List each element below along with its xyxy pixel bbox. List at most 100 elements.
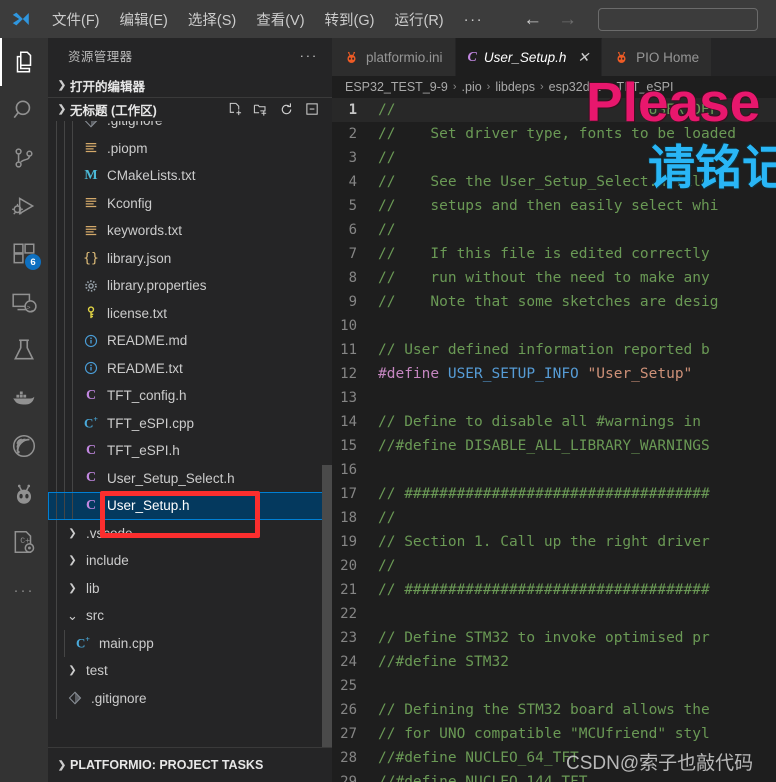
tree-item[interactable]: .gitignore xyxy=(48,684,332,712)
code-token: // Section 1. Call up the right driver xyxy=(378,534,710,550)
code-line[interactable]: 25 xyxy=(332,674,776,698)
tree-item[interactable]: ⌄ src xyxy=(48,602,332,630)
tree-item[interactable]: C User_Setup_Select.h xyxy=(48,464,332,492)
arduino-wifi-icon[interactable] xyxy=(0,422,48,470)
tree-item[interactable]: .gitignore xyxy=(48,121,332,135)
testing-flask-icon[interactable] xyxy=(0,326,48,374)
tree-item[interactable]: ❯ include xyxy=(48,547,332,575)
section-open-editors[interactable]: ❯ 打开的编辑器 xyxy=(48,73,332,97)
menu-go[interactable]: 转到(G) xyxy=(316,6,384,33)
new-folder-icon[interactable] xyxy=(253,102,268,117)
platformio-ant-icon[interactable] xyxy=(0,470,48,518)
line-number: 3 xyxy=(348,150,357,166)
editor-tab[interactable]: platformio.ini xyxy=(332,38,456,76)
menu-view[interactable]: 查看(V) xyxy=(247,6,313,33)
tree-item[interactable]: README.md xyxy=(48,327,332,355)
docker-whale-icon[interactable] xyxy=(0,374,48,422)
cpp-config-icon[interactable]: C+ xyxy=(0,518,48,566)
code-line[interactable]: 1 // USER DEF xyxy=(332,98,776,122)
svg-text:>_: >_ xyxy=(27,305,35,312)
refresh-icon[interactable] xyxy=(279,102,294,117)
menu-overflow-button[interactable]: ··· xyxy=(454,9,494,30)
code-editor[interactable]: 1 // USER DEF 2 // Set driver type, fonts t… xyxy=(332,98,776,782)
code-line[interactable]: 12 #define USER_SETUP_INFO "User_Setup" xyxy=(332,362,776,386)
code-line[interactable]: 27 // for UNO compatible "MCUfriend" styl xyxy=(332,722,776,746)
tree-item[interactable]: C+ TFT_eSPI.cpp xyxy=(48,409,332,437)
code-line[interactable]: 2 // Set driver type, fonts to be loaded xyxy=(332,122,776,146)
code-line[interactable]: 9 // Note that some sketches are desig xyxy=(332,290,776,314)
code-line[interactable]: 14 // Define to disable all #warnings in xyxy=(332,410,776,434)
code-line[interactable]: 26 // Defining the STM32 board allows the xyxy=(332,698,776,722)
code-line[interactable]: 29 //#define NUCLEO_144_TFT xyxy=(332,770,776,782)
code-line[interactable]: 7 // If this file is edited correctly xyxy=(332,242,776,266)
tree-item[interactable]: C+ main.cpp xyxy=(48,629,332,657)
menu-file[interactable]: 文件(F) xyxy=(43,6,109,33)
breadcrumb-segment[interactable]: libdeps xyxy=(495,80,535,94)
code-line[interactable]: 13 xyxy=(332,386,776,410)
code-line[interactable]: 23 // Define STM32 to invoke optimised pr xyxy=(332,626,776,650)
code-token: USER DEF xyxy=(395,102,719,118)
tree-item[interactable]: M CMakeLists.txt xyxy=(48,162,332,190)
code-line[interactable]: 3 // xyxy=(332,146,776,170)
collapse-all-icon[interactable] xyxy=(305,102,320,117)
back-arrow-icon[interactable]: ← xyxy=(523,10,542,29)
line-number: 26 xyxy=(340,702,357,718)
extensions-icon[interactable]: 6 xyxy=(0,230,48,278)
quick-search-input[interactable] xyxy=(598,7,759,31)
close-icon[interactable]: ✕ xyxy=(577,49,589,66)
code-line[interactable]: 6 // xyxy=(332,218,776,242)
code-line[interactable]: 18 // xyxy=(332,506,776,530)
sidebar-scrollbar[interactable] xyxy=(322,465,332,747)
code-line[interactable]: 11 // User defined information reported b xyxy=(332,338,776,362)
code-line[interactable]: 5 // setups and then easily select whi xyxy=(332,194,776,218)
tree-item[interactable]: {} library.json xyxy=(48,244,332,272)
explorer-files-icon[interactable] xyxy=(0,38,48,86)
editor-tab[interactable]: PIO Home xyxy=(602,38,713,76)
indent-guide xyxy=(64,217,72,245)
code-line[interactable]: 24 //#define STM32 xyxy=(332,650,776,674)
search-icon[interactable] xyxy=(0,86,48,134)
remote-explorer-icon[interactable]: >_ xyxy=(0,278,48,326)
tree-item[interactable]: ❯ .vscode xyxy=(48,519,332,547)
code-line[interactable]: 21 // ################################### xyxy=(332,578,776,602)
source-control-icon[interactable] xyxy=(0,134,48,182)
code-line[interactable]: 8 // run without the need to make any xyxy=(332,266,776,290)
tree-item[interactable]: ❯ test xyxy=(48,657,332,685)
tree-item[interactable]: C TFT_config.h xyxy=(48,382,332,410)
breadcrumb-segment[interactable]: .pio xyxy=(462,80,482,94)
code-line[interactable]: 10 xyxy=(332,314,776,338)
new-file-icon[interactable] xyxy=(227,102,242,117)
tree-item[interactable]: keywords.txt xyxy=(48,217,332,245)
code-line[interactable]: 16 xyxy=(332,458,776,482)
breadcrumb-segment[interactable]: ESP32_TEST_9-9 xyxy=(345,80,448,94)
tree-item[interactable]: platformio.ini xyxy=(48,712,332,719)
code-line[interactable]: 28 //#define NUCLEO_64_TFT xyxy=(332,746,776,770)
code-line[interactable]: 4 // See the User_Setup_Select.h file xyxy=(332,170,776,194)
editor-tab[interactable]: C User_Setup.h ✕ xyxy=(455,38,603,76)
section-workspace[interactable]: ❯ 无标题 (工作区) xyxy=(48,97,332,121)
tree-item[interactable]: license.txt xyxy=(48,299,332,327)
code-line[interactable]: 22 xyxy=(332,602,776,626)
tree-item-selected[interactable]: C User_Setup.h xyxy=(48,492,332,520)
platformio-project-tasks-section[interactable]: ❯ PLATFORMIO: PROJECT TASKS xyxy=(48,747,332,782)
tree-item[interactable]: ❯ lib xyxy=(48,574,332,602)
forward-arrow-icon[interactable]: → xyxy=(558,10,577,29)
tree-item[interactable]: library.properties xyxy=(48,272,332,300)
tree-item[interactable]: C TFT_eSPI.h xyxy=(48,437,332,465)
code-line[interactable]: 19 // Section 1. Call up the right driver xyxy=(332,530,776,554)
activity-bar-more-button[interactable]: ··· xyxy=(0,566,48,614)
menu-run[interactable]: 运行(R) xyxy=(385,6,452,33)
breadcrumb-segment[interactable]: TFT_eSPI xyxy=(617,80,674,94)
code-line[interactable]: 17 // ################################### xyxy=(332,482,776,506)
code-line[interactable]: 20 // xyxy=(332,554,776,578)
menu-selection[interactable]: 选择(S) xyxy=(179,6,245,33)
tree-item[interactable]: Kconfig xyxy=(48,189,332,217)
code-line[interactable]: 15 //#define DISABLE_ALL_LIBRARY_WARNINGS xyxy=(332,434,776,458)
menu-edit[interactable]: 编辑(E) xyxy=(111,6,177,33)
explorer-more-button[interactable]: ··· xyxy=(300,48,318,63)
tree-item[interactable]: README.txt xyxy=(48,354,332,382)
tree-item[interactable]: .piopm xyxy=(48,134,332,162)
breadcrumb-segment[interactable]: esp32dev xyxy=(549,80,603,94)
indent-guide xyxy=(64,437,72,465)
run-and-debug-icon[interactable] xyxy=(0,182,48,230)
